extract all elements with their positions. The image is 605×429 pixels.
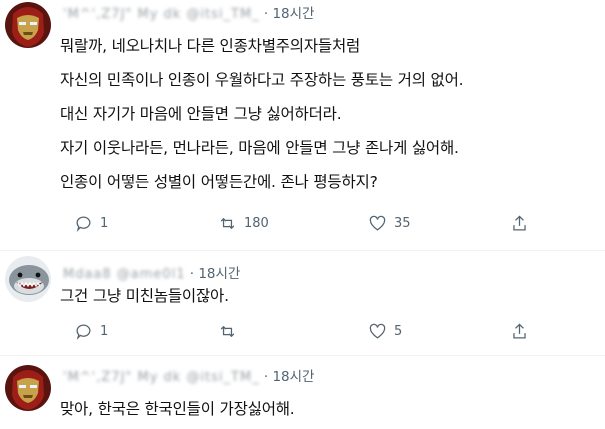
tweet-text-line: 자신의 민족이나 인종이 우월하다고 주장하는 풍토는 거의 없어. xyxy=(60,71,464,89)
retweet-icon xyxy=(220,325,235,338)
like-count: 35 xyxy=(394,216,411,231)
like-count: 5 xyxy=(394,324,403,339)
tweet-text-line: 자기 이웃나라든, 먼나라든, 마음에 안들면 그냥 존나게 싫어해. xyxy=(60,139,459,157)
heart-icon xyxy=(369,323,386,339)
tweet-text-line: 그건 그냥 미친놈들이잖아. xyxy=(60,287,229,305)
tweet-text-line: 대신 자기가 마음에 안들면 그냥 싫어하더라. xyxy=(60,105,342,123)
user-handle[interactable]: 'M^',Z7J" My dk @itsi_TM_ xyxy=(63,7,260,22)
tweet: 'M^',Z7J" My dk @itsi_TM_ · 18시간 뭐랄까, 네오… xyxy=(0,0,605,250)
tweet-text-line: 맞아, 한국은 한국인들이 가장싫어해. xyxy=(60,400,295,418)
tweet-text-line: 뭐랄까, 네오나치나 다른 인종차별주의자들처럼 xyxy=(60,37,361,55)
retweet-count: 180 xyxy=(244,216,269,231)
timestamp[interactable]: · 18시간 xyxy=(190,266,241,282)
share-button[interactable] xyxy=(510,322,529,341)
tweet: Mdaa8 @ame0l1 · 18시간 그건 그냥 미친놈들이잖아. 1 5 xyxy=(0,250,605,355)
tweet-header: 'M^',Z7J" My dk @itsi_TM_ · 18시간 xyxy=(63,365,314,385)
retweet-button[interactable]: 180 xyxy=(218,214,269,233)
user-handle[interactable]: Mdaa8 @ame0l1 xyxy=(63,267,186,282)
iron-man-avatar-icon xyxy=(5,365,51,411)
like-button[interactable]: 35 xyxy=(368,214,411,233)
avatar[interactable] xyxy=(5,365,51,411)
user-handle[interactable]: 'M^',Z7J" My dk @itsi_TM_ xyxy=(63,370,260,385)
reply-count: 1 xyxy=(100,216,109,231)
iron-man-avatar-icon xyxy=(5,2,51,48)
reply-button[interactable]: 1 xyxy=(74,214,108,233)
retweet-button[interactable] xyxy=(218,322,244,341)
tweet-header: 'M^',Z7J" My dk @itsi_TM_ · 18시간 xyxy=(63,2,314,22)
heart-icon xyxy=(369,215,386,231)
reply-icon xyxy=(76,216,91,232)
timestamp[interactable]: · 18시간 xyxy=(264,6,315,22)
tweet-header: Mdaa8 @ame0l1 · 18시간 xyxy=(63,262,240,282)
like-button[interactable]: 5 xyxy=(368,322,402,341)
tweet-actions: 1 180 35 xyxy=(66,214,536,240)
reply-icon xyxy=(76,324,91,340)
avatar[interactable] xyxy=(5,256,51,302)
share-icon xyxy=(513,215,526,231)
tweet-actions: 1 5 xyxy=(66,322,536,348)
share-button[interactable] xyxy=(510,214,529,233)
tweet: 'M^',Z7J" My dk @itsi_TM_ · 18시간 맞아, 한국은… xyxy=(0,355,605,429)
avatar[interactable] xyxy=(5,2,51,48)
reply-button[interactable]: 1 xyxy=(74,322,108,341)
retweet-icon xyxy=(220,217,235,230)
shark-avatar-icon xyxy=(5,256,51,302)
timestamp[interactable]: · 18시간 xyxy=(264,369,315,385)
share-icon xyxy=(513,323,526,339)
tweet-text-line: 인종이 어떻든 성별이 어떻든간에. 존나 평등하지? xyxy=(60,173,378,191)
reply-count: 1 xyxy=(100,324,109,339)
